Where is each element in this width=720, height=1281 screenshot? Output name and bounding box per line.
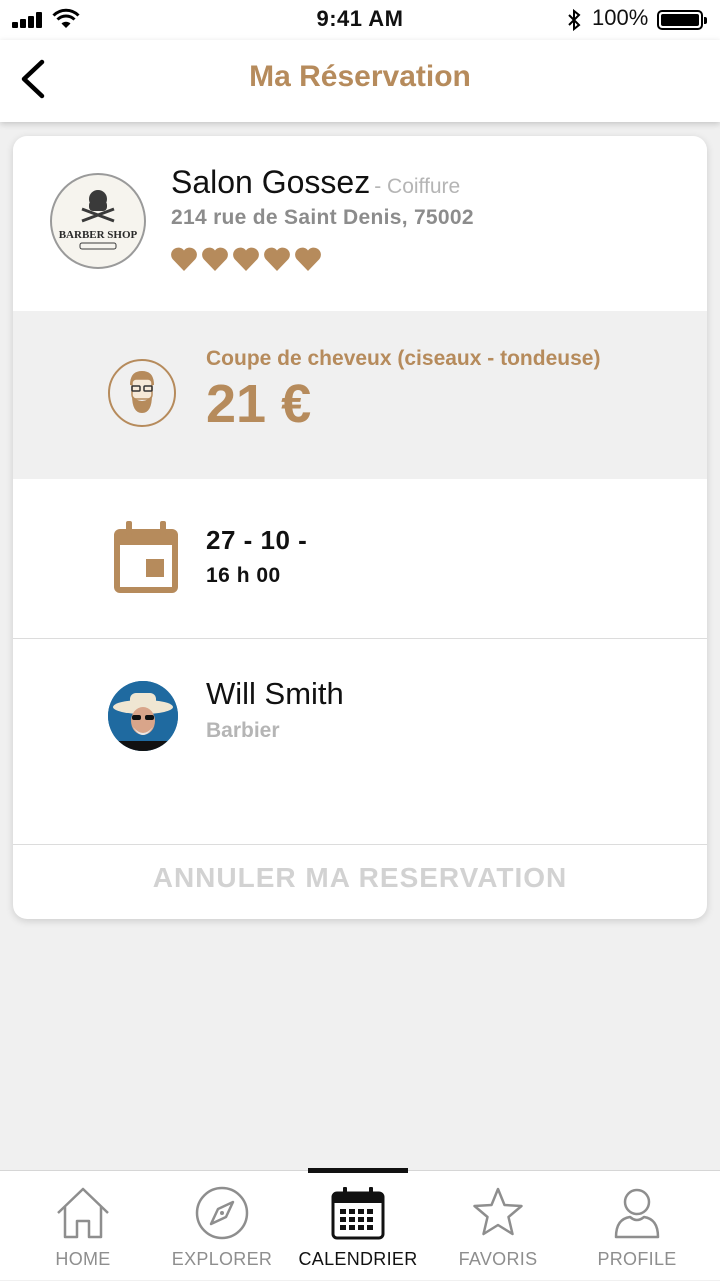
battery-icon [657, 10, 707, 30]
appointment-date: 27 - 10 - [206, 525, 308, 555]
calendar-icon [114, 521, 178, 593]
service-price: 21 € [206, 374, 312, 434]
calendar-icon [331, 1187, 385, 1240]
tab-home[interactable]: HOME [13, 1171, 153, 1281]
tab-explorer-label: EXPLORER [171, 1249, 273, 1269]
salon-name: Salon Gossez [171, 164, 371, 200]
tab-calendrier[interactable]: CALENDRIER [288, 1171, 428, 1281]
appointment-time: 16 h 00 [206, 564, 281, 587]
appointment-section: 27 - 10 - 16 h 00 [13, 479, 707, 639]
service-section: Coupe de cheveux (ciseaux - tondeuse) 21… [13, 311, 707, 479]
tab-bar: HOME EXPLORER CALENDRIER FAVORIS PROFILE [0, 1168, 720, 1281]
bearded-man-icon [108, 359, 176, 427]
reservation-card: BARBER SHOP Salon Gossez - Coiffure 214 r… [13, 136, 707, 919]
barber-role: Barbier [206, 719, 280, 742]
bluetooth-icon [568, 8, 581, 32]
salon-logo: BARBER SHOP [50, 173, 146, 269]
tab-profile[interactable]: PROFILE [567, 1171, 707, 1281]
heart-icon [233, 247, 259, 271]
tab-profile-label: PROFILE [597, 1249, 677, 1269]
heart-icon [202, 247, 228, 271]
navigation-bar: Ma Réservation [0, 40, 720, 122]
salon-rating [170, 246, 322, 274]
tab-explorer[interactable]: EXPLORER [152, 1171, 292, 1281]
heart-icon [171, 247, 197, 271]
salon-category: - Coiffure [374, 175, 461, 198]
barber-avatar [108, 681, 178, 751]
salon-logo-text: BARBER SHOP [59, 229, 138, 241]
salon-address: 214 rue de Saint Denis, 75002 [171, 206, 474, 229]
service-name: Coupe de cheveux (ciseaux - tondeuse) [206, 347, 601, 370]
tab-home-label: HOME [55, 1249, 111, 1269]
star-icon [473, 1187, 523, 1236]
salon-header: Salon Gossez - Coiffure [171, 164, 460, 201]
cancel-reservation-button[interactable]: ANNULER MA RESERVATION [13, 845, 707, 919]
home-icon [57, 1187, 109, 1239]
tab-favoris[interactable]: FAVORIS [428, 1171, 568, 1281]
tab-favoris-label: FAVORIS [458, 1249, 538, 1269]
page-title: Ma Réservation [249, 60, 471, 93]
barber-section: Will Smith Barbier [13, 639, 707, 845]
heart-icon [295, 247, 321, 271]
battery-percentage: 100% [592, 5, 649, 30]
compass-icon [195, 1186, 249, 1240]
barber-name: Will Smith [206, 676, 344, 711]
heart-icon [264, 247, 290, 271]
person-icon [614, 1188, 660, 1239]
status-bar: 9:41 AM 100% [0, 0, 720, 40]
tab-calendrier-label: CALENDRIER [298, 1249, 418, 1269]
